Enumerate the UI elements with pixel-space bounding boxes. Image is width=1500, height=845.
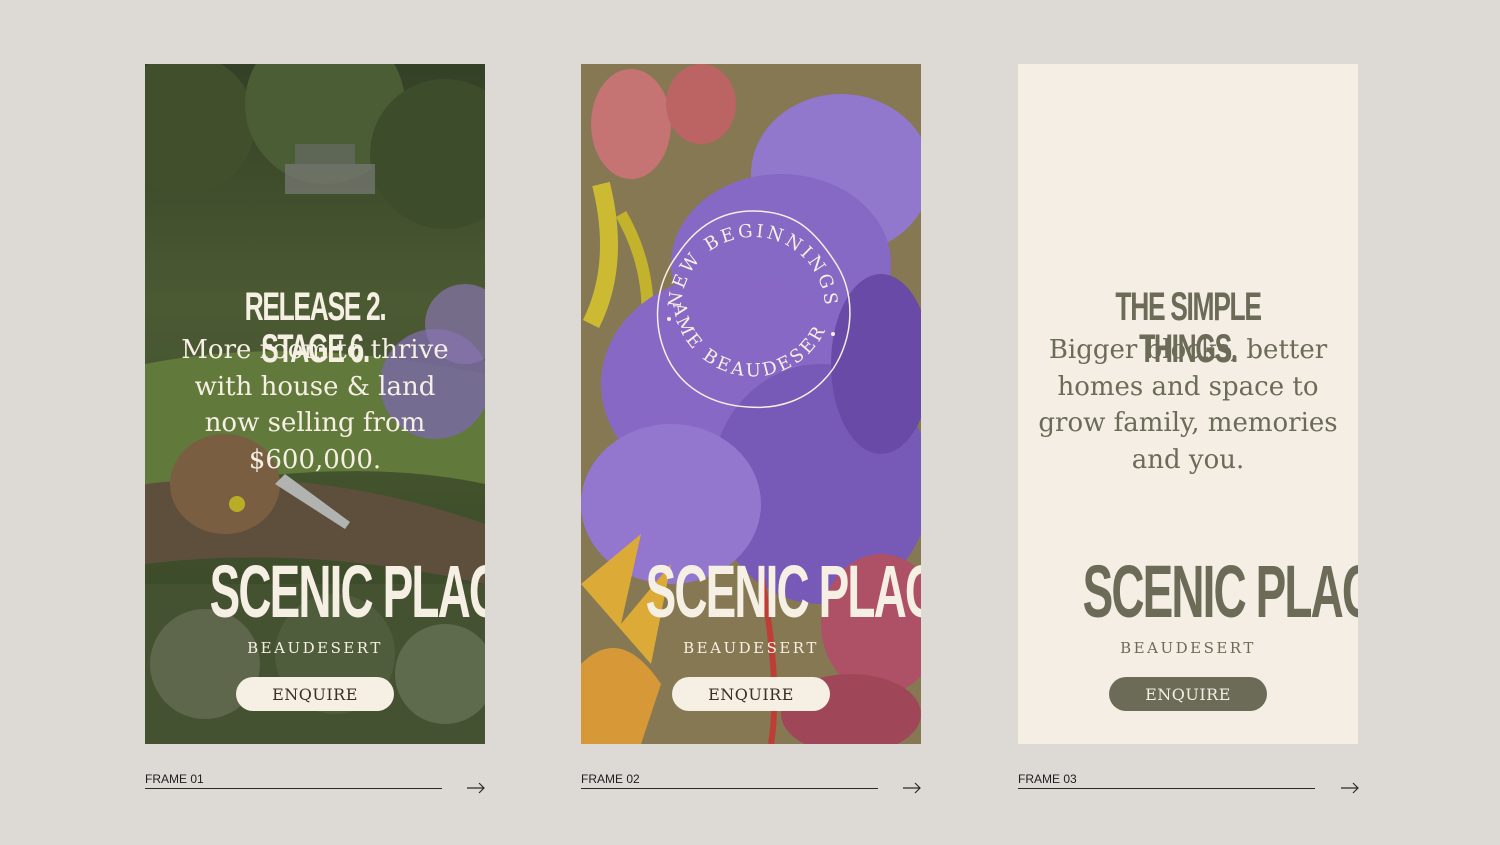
- svg-text:NEW BEGINNINGS: NEW BEGINNINGS: [665, 221, 842, 309]
- body-line: with house & land: [194, 371, 436, 402]
- brand-logo: SCENIC PLACE: [1082, 550, 1358, 633]
- frame-caption: FRAME 03: [1018, 772, 1315, 789]
- frame-01-card: RELEASE 2. STAGE 6. More room to thrive …: [145, 64, 485, 744]
- brand-location: BEAUDESERT: [683, 639, 819, 657]
- enquire-button[interactable]: ENQUIRE: [1109, 677, 1267, 711]
- enquire-button[interactable]: ENQUIRE: [672, 677, 830, 711]
- body-line: $600,000.: [248, 444, 382, 475]
- body-copy: Bigger blocks, better homes and space to…: [1036, 332, 1340, 478]
- body-line: grow family, memories: [1038, 408, 1338, 438]
- frame-caption: FRAME 01: [145, 772, 442, 789]
- frame-label: FRAME 03: [1018, 772, 1077, 786]
- frame-02-card: NEW BEGINNINGS SAME BEAUDESERT SCENIC PL…: [581, 64, 921, 744]
- body-line: homes and space to: [1057, 371, 1319, 402]
- body-line: and you.: [1131, 444, 1245, 475]
- brand-logo: SCENIC PLACE: [209, 550, 485, 633]
- arrow-right-icon[interactable]: [902, 781, 922, 795]
- frame-caption: FRAME 02: [581, 772, 878, 789]
- frame-03-card: THE SIMPLE THINGS. Bigger blocks, better…: [1018, 64, 1358, 744]
- body-copy: More room to thrive with house & land no…: [163, 332, 467, 478]
- brand-location: BEAUDESERT: [1120, 639, 1256, 657]
- body-line: now selling from: [204, 408, 426, 438]
- new-beginnings-badge: NEW BEGINNINGS SAME BEAUDESERT: [643, 199, 851, 409]
- brand-location: BEAUDESERT: [247, 639, 383, 657]
- badge-text-top: NEW BEGINNINGS: [665, 221, 839, 309]
- arrow-right-icon[interactable]: [466, 781, 486, 795]
- frame-label: FRAME 01: [145, 772, 204, 786]
- frame-label: FRAME 02: [581, 772, 640, 786]
- body-line: More room to thrive: [181, 335, 449, 365]
- brand-logo: SCENIC PLACE: [645, 550, 921, 633]
- arrow-right-icon[interactable]: [1340, 781, 1360, 795]
- enquire-button[interactable]: ENQUIRE: [236, 677, 394, 711]
- body-line: Bigger blocks, better: [1048, 335, 1328, 365]
